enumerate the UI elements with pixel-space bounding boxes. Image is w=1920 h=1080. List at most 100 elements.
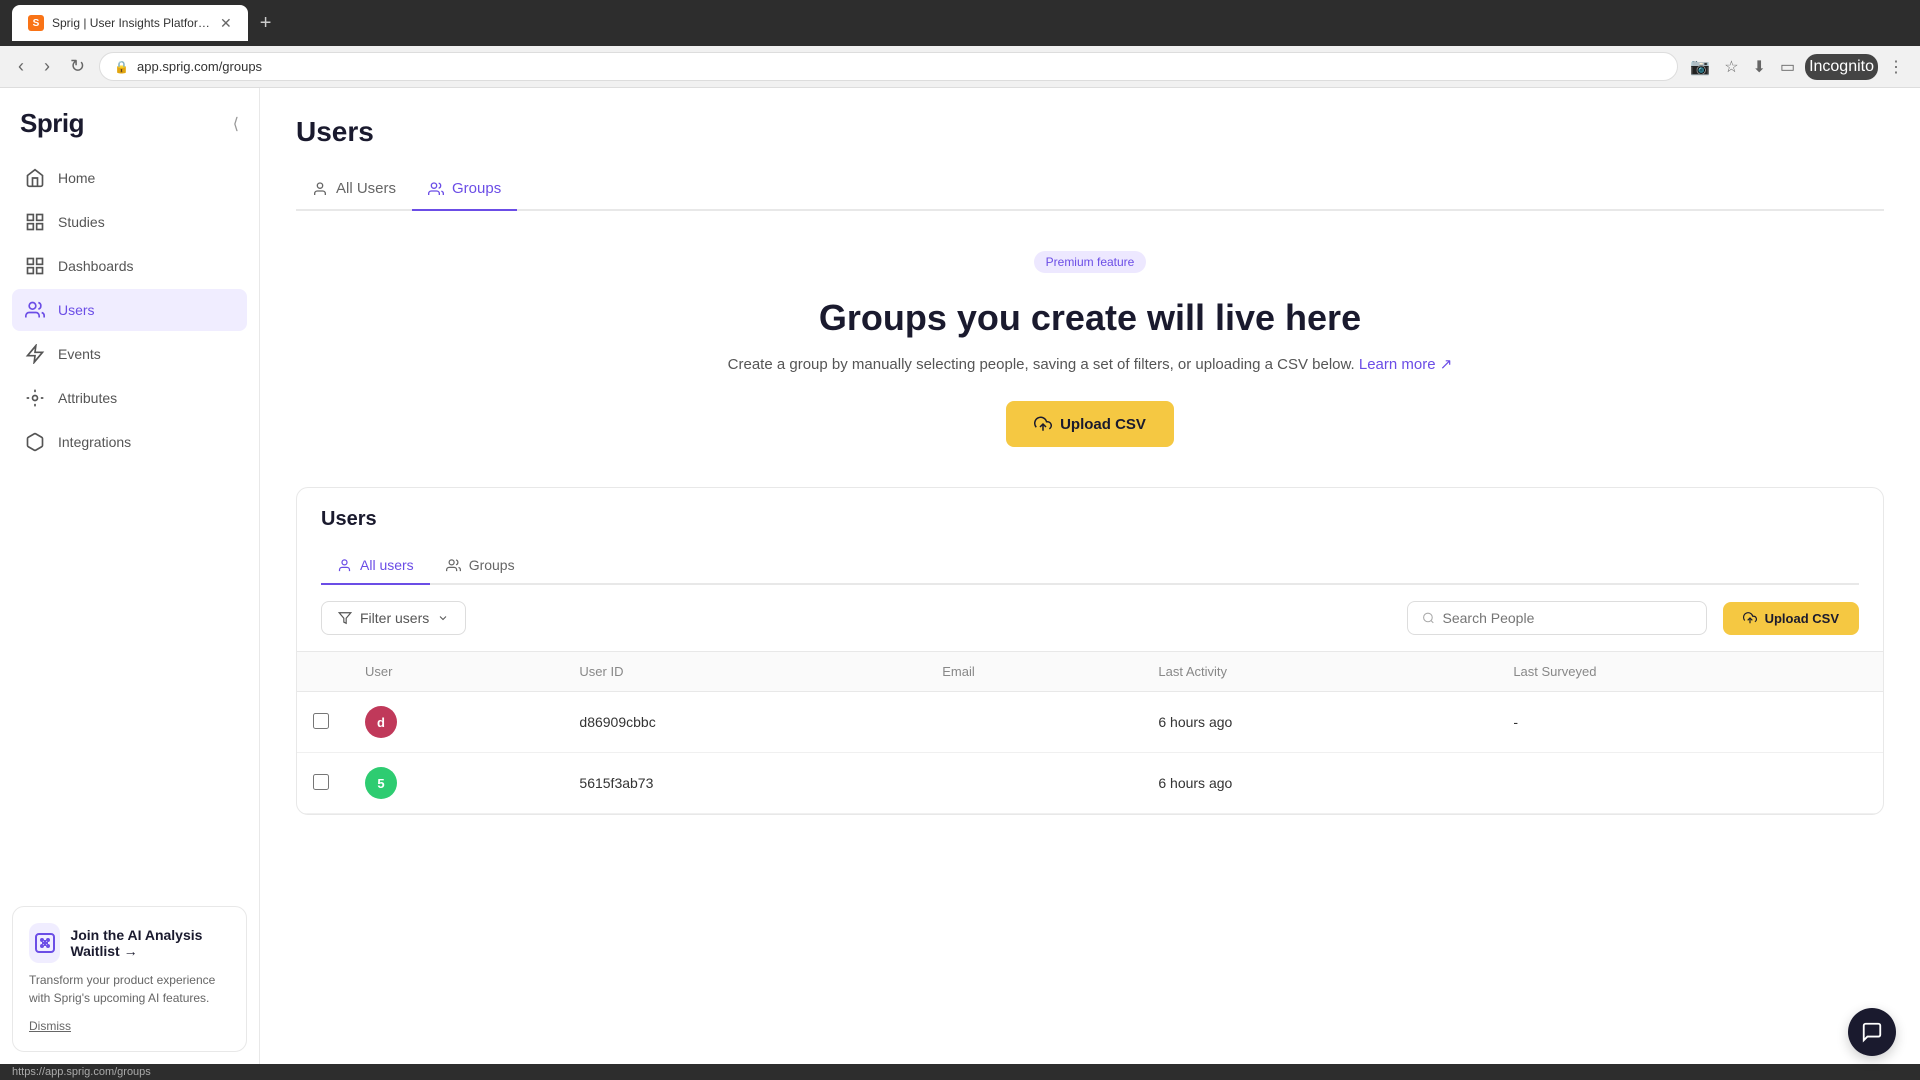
groups-desc-text: Create a group by manually selecting peo… [728,356,1355,373]
device-icon[interactable]: ▭ [1776,53,1799,81]
tab-title: Sprig | User Insights Platform for... [52,16,212,30]
page-title: Users [296,116,1884,148]
filter-chevron-icon [437,612,449,624]
ai-card-icon [29,923,60,963]
browser-tab[interactable]: S Sprig | User Insights Platform for... … [12,5,248,41]
search-input[interactable] [1443,610,1692,626]
col-last-activity: Last Activity [1142,652,1497,692]
sidebar-nav: Home Studies [0,149,259,894]
bookmark-icon[interactable]: ☆ [1720,53,1742,81]
main-content: Users All Users Groups Prem [260,88,1920,1064]
filter-icon [338,611,352,625]
groups-description: Create a group by manually selecting peo… [296,355,1884,373]
user-cell: 5 [349,753,563,814]
all-users-tab-icon [312,181,328,197]
last-surveyed-cell [1497,753,1883,814]
sidebar-item-events-label: Events [58,346,101,362]
premium-feature-badge: Premium feature [1034,251,1147,273]
email-cell [926,692,1142,753]
table-controls: Filter users [297,585,1883,651]
email-cell [926,753,1142,814]
sidebar-item-events[interactable]: Events [12,333,247,375]
col-checkbox [297,652,349,692]
users-icon [24,299,46,321]
new-tab-button[interactable]: + [256,8,276,39]
address-bar[interactable]: 🔒 app.sprig.com/groups [99,52,1678,81]
dismiss-button[interactable]: Dismiss [29,1019,71,1033]
chat-icon [1861,1021,1883,1043]
sidebar-item-studies[interactable]: Studies [12,201,247,243]
sidebar-item-users-label: Users [58,302,95,318]
upload-icon-main [1034,415,1052,433]
inner-tab-groups[interactable]: Groups [430,547,531,585]
filter-users-label: Filter users [360,610,429,626]
dashboards-icon [24,255,46,277]
tab-groups[interactable]: Groups [412,168,517,211]
inner-tab-groups-label: Groups [469,557,515,573]
url-text: app.sprig.com/groups [137,59,262,74]
sprig-tab-icon: S [28,15,44,31]
filter-users-button[interactable]: Filter users [321,601,466,635]
sidebar-item-integrations[interactable]: Integrations [12,421,247,463]
tab-close-button[interactable]: ✕ [220,15,232,32]
sprig-logo: Sprig [20,108,84,139]
col-user-id: User ID [563,652,926,692]
users-table: User User ID Email Last Activity Last Su… [297,651,1883,814]
sidebar-item-dashboards[interactable]: Dashboards [12,245,247,287]
chat-bubble-button[interactable] [1848,1008,1896,1056]
studies-icon [24,211,46,233]
tab-groups-label: Groups [452,180,501,197]
back-button[interactable]: ‹ [12,52,30,81]
tab-all-users-label: All Users [336,180,396,197]
app-container: Sprig ⟨ Home [0,88,1920,1064]
download-icon[interactable]: ⬇ [1749,53,1770,81]
inner-panel-title: Users [321,508,1859,531]
inner-users-panel: Users All users [296,487,1884,815]
inner-panel-header: Users All users [297,488,1883,585]
page-tabs: All Users Groups [296,168,1884,211]
search-people-box[interactable] [1407,601,1707,635]
col-user: User [349,652,563,692]
sidebar: Sprig ⟨ Home [0,88,260,1064]
sidebar-item-attributes[interactable]: Attributes [12,377,247,419]
sidebar-collapse-button[interactable]: ⟨ [233,114,239,134]
row-checkbox[interactable] [313,774,329,790]
table-header-row: User User ID Email Last Activity Last Su… [297,652,1883,692]
groups-tab-icon [428,181,444,197]
upload-csv-button-table[interactable]: Upload CSV [1723,602,1859,635]
user-id-cell: 5615f3ab73 [563,753,926,814]
sidebar-item-home[interactable]: Home [12,157,247,199]
table-row[interactable]: 5 5615f3ab73 6 hours ago [297,753,1883,814]
ai-card-title[interactable]: Join the AI Analysis Waitlist → [70,927,230,959]
sidebar-item-dashboards-label: Dashboards [58,258,134,274]
col-last-surveyed: Last Surveyed [1497,652,1883,692]
user-id-cell: d86909cbbc [563,692,926,753]
last-activity-cell: 6 hours ago [1142,753,1497,814]
sidebar-item-home-label: Home [58,170,95,186]
col-email: Email [926,652,1142,692]
table-row[interactable]: d d86909cbbc 6 hours ago - [297,692,1883,753]
status-bar: https://app.sprig.com/groups [0,1064,1920,1080]
page-header: Users [260,88,1920,148]
attributes-icon [24,387,46,409]
row-checkbox[interactable] [313,713,329,729]
menu-icon[interactable]: ⋮ [1884,53,1908,81]
incognito-badge: Incognito [1805,54,1878,80]
last-activity-cell: 6 hours ago [1142,692,1497,753]
browser-nav: ‹ › ↻ 🔒 app.sprig.com/groups 📷 ☆ ⬇ ▭ Inc… [0,46,1920,88]
camera-off-icon[interactable]: 📷 [1686,53,1714,81]
inner-tab-all-users[interactable]: All users [321,547,430,585]
learn-more-link[interactable]: Learn more [1359,356,1452,373]
upload-csv-button-main[interactable]: Upload CSV [1006,401,1174,447]
forward-button[interactable]: › [38,52,56,81]
status-url: https://app.sprig.com/groups [12,1066,151,1078]
refresh-button[interactable]: ↻ [64,52,91,81]
ai-card-description: Transform your product experience with S… [29,971,230,1007]
avatar: 5 [365,767,397,799]
sidebar-item-users[interactable]: Users [12,289,247,331]
tab-all-users[interactable]: All Users [296,168,412,211]
ai-analysis-card: Join the AI Analysis Waitlist → Transfor… [12,906,247,1052]
sidebar-item-integrations-label: Integrations [58,434,131,450]
upload-csv-table-label: Upload CSV [1765,611,1839,626]
upload-csv-main-label: Upload CSV [1060,416,1146,433]
